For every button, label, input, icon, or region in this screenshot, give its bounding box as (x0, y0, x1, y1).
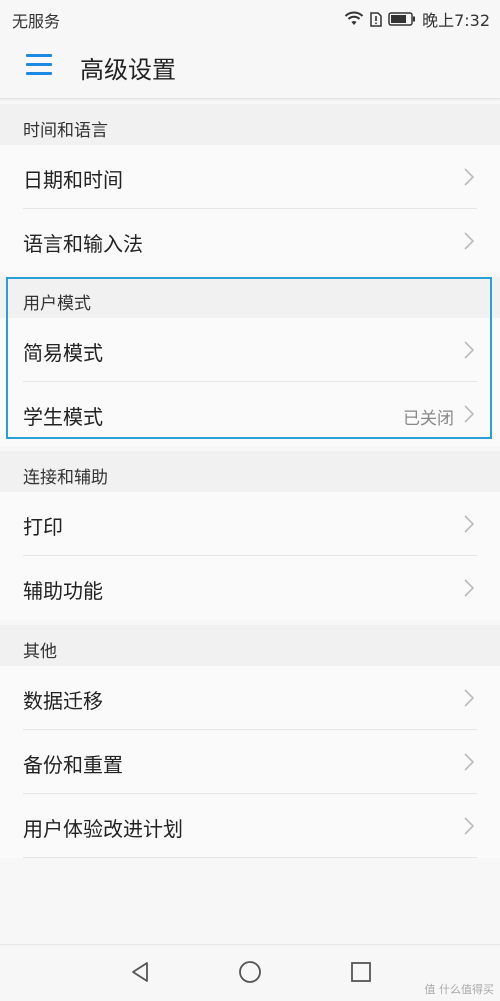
chevron-right-icon (464, 405, 474, 423)
wifi-icon (344, 11, 364, 25)
carrier-text: 无服务 (12, 12, 61, 31)
system-nav-bar: 值 什么值得买 (0, 944, 500, 1001)
recents-icon[interactable] (348, 959, 374, 985)
page-title: 高级设置 (80, 56, 176, 84)
section-header-connectivity: 连接和辅助 (0, 451, 500, 495)
settings-item-user-experience[interactable]: 用户体验改进计划 (0, 794, 500, 858)
menu-icon[interactable] (26, 54, 52, 78)
section-header-user-mode: 用户模式 (0, 277, 500, 321)
settings-item-backup-reset[interactable]: 备份和重置 (0, 730, 500, 794)
status-icons: 晚上7:32 (344, 7, 490, 31)
section-header-time-language: 时间和语言 (0, 104, 500, 148)
chevron-right-icon (464, 168, 474, 186)
section-header-other: 其他 (0, 625, 500, 669)
settings-item-student-mode[interactable]: 学生模式 已关闭 (0, 382, 500, 446)
settings-item-print[interactable]: 打印 (0, 492, 500, 556)
home-icon[interactable] (237, 959, 263, 985)
settings-item-language-input[interactable]: 语言和输入法 (0, 209, 500, 273)
settings-item-accessibility[interactable]: 辅助功能 (0, 556, 500, 620)
watermark: 值 什么值得买 (424, 983, 495, 996)
student-mode-status: 已关闭 (403, 409, 454, 429)
battery-icon (388, 12, 416, 26)
sim-alert-icon (370, 11, 382, 27)
chevron-right-icon (464, 232, 474, 250)
chevron-right-icon (464, 579, 474, 597)
back-icon[interactable] (127, 959, 153, 985)
chevron-right-icon (464, 341, 474, 359)
clock: 晚上7:32 (422, 11, 490, 30)
chevron-right-icon (464, 817, 474, 835)
chevron-right-icon (464, 689, 474, 707)
chevron-right-icon (464, 753, 474, 771)
status-bar: 无服务 晚上7:32 (0, 0, 500, 36)
app-toolbar: 高级设置 (0, 36, 500, 99)
settings-item-data-migration[interactable]: 数据迁移 (0, 666, 500, 730)
chevron-right-icon (464, 515, 474, 533)
settings-item-date-time[interactable]: 日期和时间 (0, 145, 500, 209)
settings-item-simple-mode[interactable]: 简易模式 (0, 318, 500, 382)
